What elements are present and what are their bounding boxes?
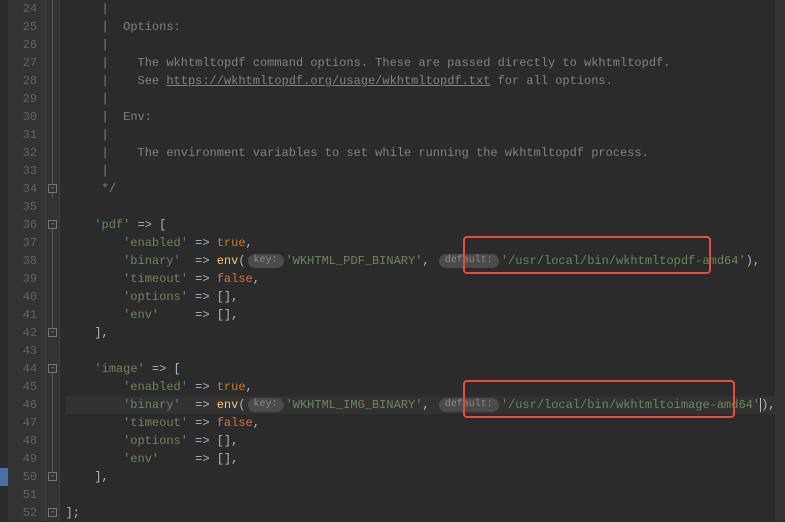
code-line: | The wkhtmltopdf command options. These… xyxy=(66,54,776,72)
code-line: 'env' => [], xyxy=(66,450,776,468)
code-line: 'timeout' => false, xyxy=(66,270,776,288)
fold-end-icon[interactable]: - xyxy=(48,328,57,337)
fold-start-icon[interactable]: - xyxy=(48,364,57,373)
param-hint-key: key: xyxy=(248,254,284,268)
fold-end-icon[interactable]: - xyxy=(48,508,57,517)
code-line xyxy=(66,342,776,360)
line-number[interactable]: 44 xyxy=(8,360,38,378)
fold-end-icon[interactable]: - xyxy=(48,184,57,193)
code-line: 'options' => [], xyxy=(66,432,776,450)
line-number[interactable]: 38 xyxy=(8,252,38,270)
line-number[interactable]: 40 xyxy=(8,288,38,306)
line-number[interactable]: 30 xyxy=(8,108,38,126)
code-line: 'timeout' => false, xyxy=(66,414,776,432)
code-line: ]; xyxy=(66,504,776,522)
fold-end-icon[interactable]: - xyxy=(48,472,57,481)
line-number[interactable]: 47 xyxy=(8,414,38,432)
code-line: | xyxy=(66,0,776,18)
code-line xyxy=(66,486,776,504)
param-hint-key: key: xyxy=(248,398,284,412)
line-number[interactable]: 32 xyxy=(8,144,38,162)
line-number[interactable]: 34 xyxy=(8,180,38,198)
line-number[interactable]: 39 xyxy=(8,270,38,288)
line-number[interactable]: 50 xyxy=(8,468,38,486)
line-number[interactable]: 42 xyxy=(8,324,38,342)
code-line: | xyxy=(66,36,776,54)
code-line: | xyxy=(66,126,776,144)
line-number[interactable]: 25 xyxy=(8,18,38,36)
code-line: */ xyxy=(66,180,776,198)
editor-area[interactable]: | | Options: | | The wkhtmltopdf command… xyxy=(60,0,776,521)
code-line: 'pdf' => [ xyxy=(66,216,776,234)
line-number[interactable]: 45 xyxy=(8,378,38,396)
line-number[interactable]: 51 xyxy=(8,486,38,504)
param-hint-default: default: xyxy=(439,254,499,268)
line-number[interactable]: 27 xyxy=(8,54,38,72)
line-number[interactable]: 41 xyxy=(8,306,38,324)
code-line: 'enabled' => true, xyxy=(66,378,776,396)
code-line: 'binary' => env(key:'WKHTML_IMG_BINARY',… xyxy=(66,396,776,414)
line-number[interactable]: 48 xyxy=(8,432,38,450)
code-line: 'enabled' => true, xyxy=(66,234,776,252)
line-number[interactable]: 35 xyxy=(8,198,38,216)
line-number[interactable]: 29 xyxy=(8,90,38,108)
bookmark-marker[interactable] xyxy=(0,468,8,486)
fold-start-icon[interactable]: - xyxy=(48,220,57,229)
code-line: | The environment variables to set while… xyxy=(66,144,776,162)
line-number[interactable]: 33 xyxy=(8,162,38,180)
fold-column[interactable]: - - - - - - xyxy=(46,0,59,521)
code-line: 'image' => [ xyxy=(66,360,776,378)
code-line: | Env: xyxy=(66,108,776,126)
line-number[interactable]: 43 xyxy=(8,342,38,360)
code-line: ], xyxy=(66,324,776,342)
doc-link[interactable]: https://wkhtmltopdf.org/usage/wkhtmltopd… xyxy=(166,74,490,88)
line-number[interactable]: 36 xyxy=(8,216,38,234)
code-line: 'options' => [], xyxy=(66,288,776,306)
param-hint-default: default: xyxy=(439,398,499,412)
line-number[interactable]: 37 xyxy=(8,234,38,252)
code-line: | Options: xyxy=(66,18,776,36)
line-number[interactable]: 24 xyxy=(8,0,38,18)
code-line xyxy=(66,198,776,216)
line-number[interactable]: 31 xyxy=(8,126,38,144)
line-number[interactable]: 46 xyxy=(8,396,38,414)
code-line: | See https://wkhtmltopdf.org/usage/wkht… xyxy=(66,72,776,90)
line-number[interactable]: 49 xyxy=(8,450,38,468)
code-line: 'env' => [], xyxy=(66,306,776,324)
code-line: 'binary' => env(key:'WKHTML_PDF_BINARY',… xyxy=(66,252,776,270)
overview-ruler[interactable] xyxy=(775,0,785,521)
code-line: ], xyxy=(66,468,776,486)
line-number-gutter[interactable]: 2425262728293031323334353637383940414243… xyxy=(8,0,47,521)
left-marker-stripe xyxy=(0,0,8,521)
line-number[interactable]: 28 xyxy=(8,72,38,90)
line-number[interactable]: 52 xyxy=(8,504,38,522)
line-number[interactable]: 26 xyxy=(8,36,38,54)
code-line: | xyxy=(66,162,776,180)
code-line: | xyxy=(66,90,776,108)
